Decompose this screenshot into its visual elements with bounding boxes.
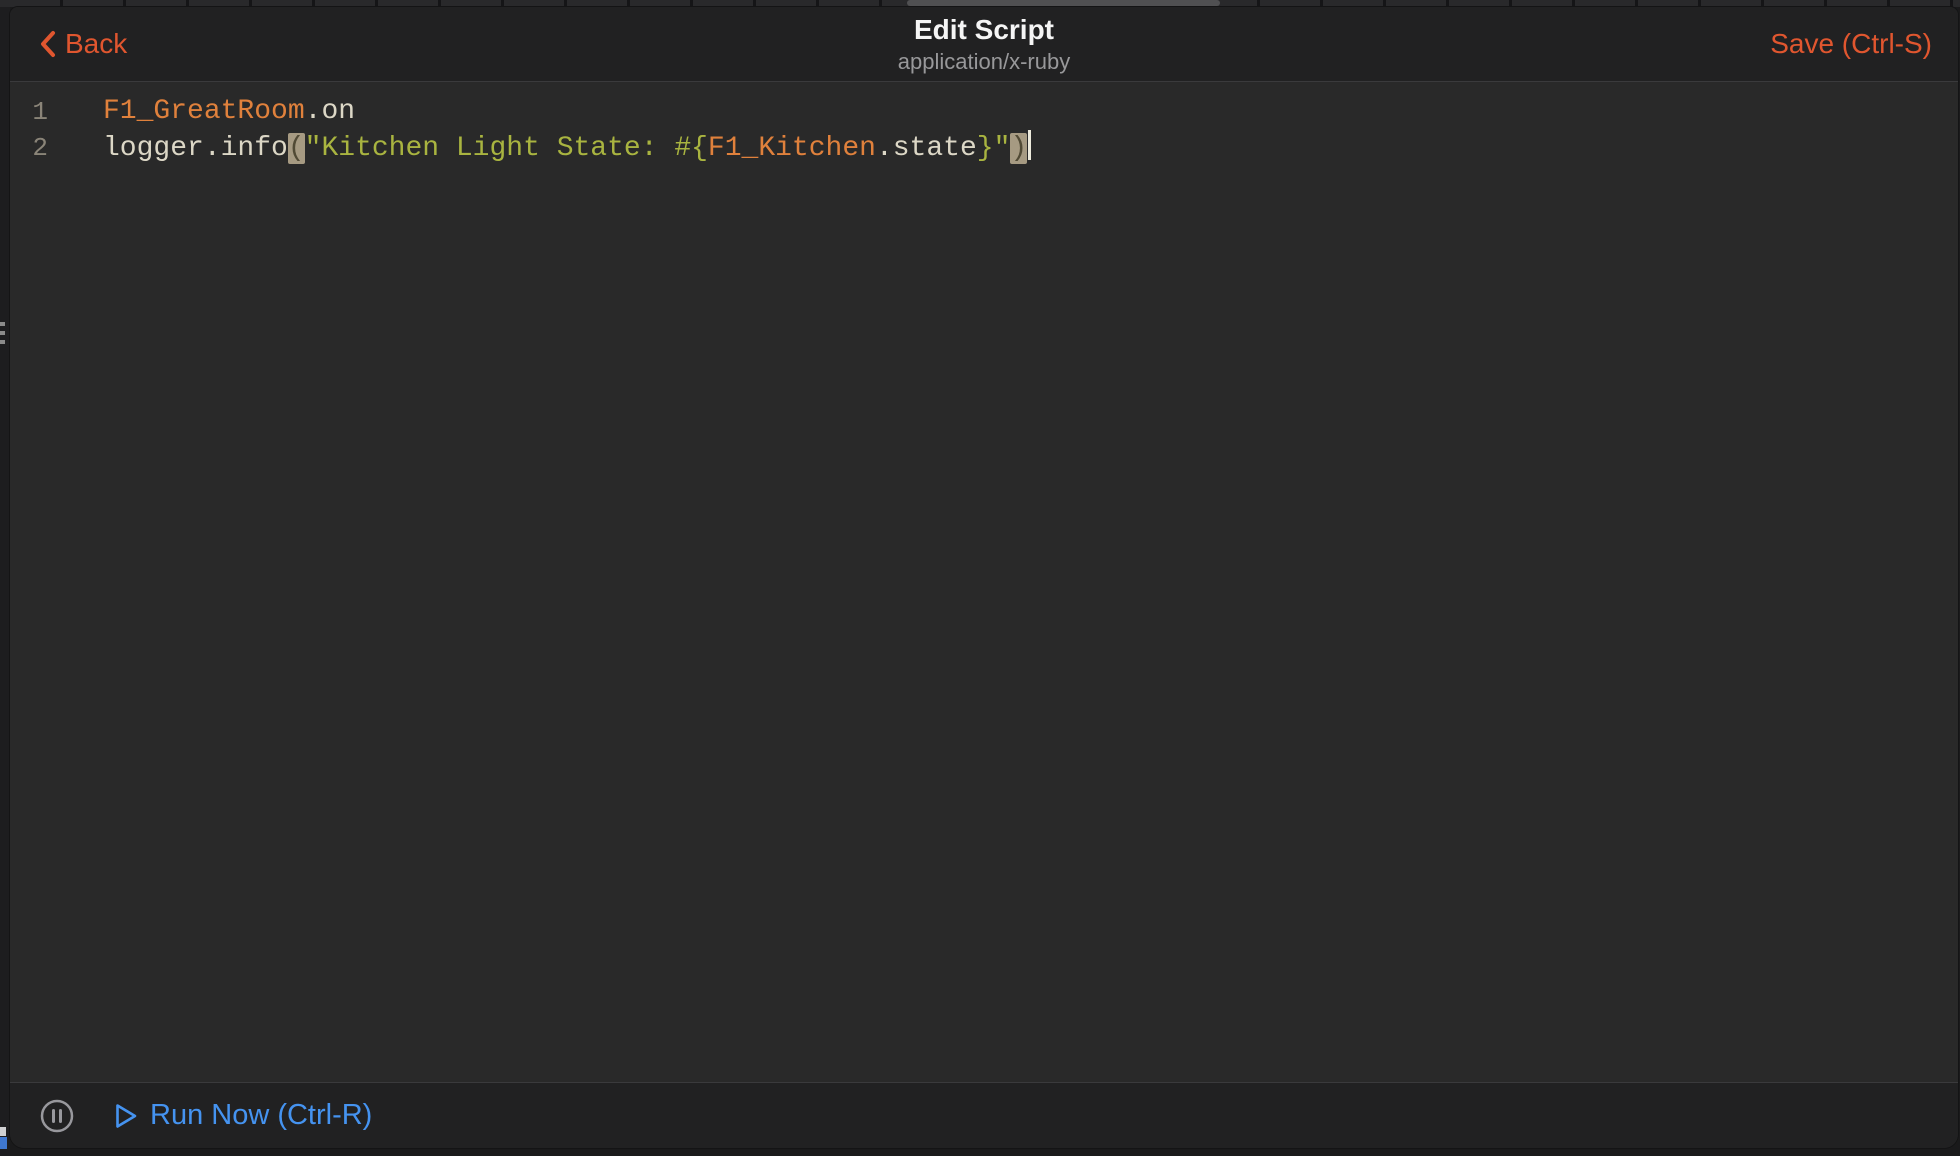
code-token-match: ( (288, 133, 305, 164)
code-token-constant: F1_GreatRoom (103, 96, 305, 127)
code-line[interactable]: 2logger.info("Kitchen Light State: #{F1_… (10, 130, 1958, 167)
run-now-button[interactable]: Run Now (Ctrl-R) (114, 1099, 372, 1132)
backdrop-text-fragment (0, 1127, 6, 1136)
code-line-content: F1_GreatRoom.on (48, 94, 355, 130)
code-token-string: }" (977, 133, 1011, 164)
run-now-label: Run Now (Ctrl-R) (150, 1099, 372, 1132)
backdrop-scrollbar-thumb (907, 0, 1220, 6)
code-line-content: logger.info("Kitchen Light State: #{F1_K… (48, 130, 1031, 167)
save-button[interactable]: Save (Ctrl-S) (1770, 28, 1932, 60)
play-outline-icon (114, 1102, 138, 1130)
backdrop-text-fragment (0, 322, 5, 348)
code-token-plain: logger.info (103, 133, 288, 164)
code-token-plain: .on (305, 96, 355, 127)
line-number: 2 (10, 130, 48, 167)
text-cursor (1028, 130, 1031, 160)
code-lines: 1F1_GreatRoom.on2logger.info("Kitchen Li… (10, 94, 1958, 167)
code-line[interactable]: 1F1_GreatRoom.on (10, 94, 1958, 130)
title-block: Edit Script application/x-ruby (10, 13, 1958, 76)
code-editor[interactable]: 1F1_GreatRoom.on2logger.info("Kitchen Li… (10, 82, 1958, 1082)
code-token-plain: .state (876, 133, 977, 164)
backdrop-left-strip (0, 7, 10, 1156)
line-number: 1 (10, 94, 48, 130)
modal-footer: Run Now (Ctrl-R) (10, 1082, 1958, 1148)
code-token-match: ) (1010, 133, 1027, 164)
script-mime-type: application/x-ruby (10, 48, 1958, 76)
pause-circle-icon[interactable] (40, 1099, 74, 1133)
code-token-string: "Kitchen Light State: #{ (305, 133, 708, 164)
edit-script-modal: Back Edit Script application/x-ruby Save… (10, 7, 1958, 1148)
code-token-constant: F1_Kitchen (708, 133, 876, 164)
backdrop-link-fragment (0, 1137, 7, 1149)
page-title: Edit Script (10, 13, 1958, 47)
modal-header: Back Edit Script application/x-ruby Save… (10, 7, 1958, 82)
